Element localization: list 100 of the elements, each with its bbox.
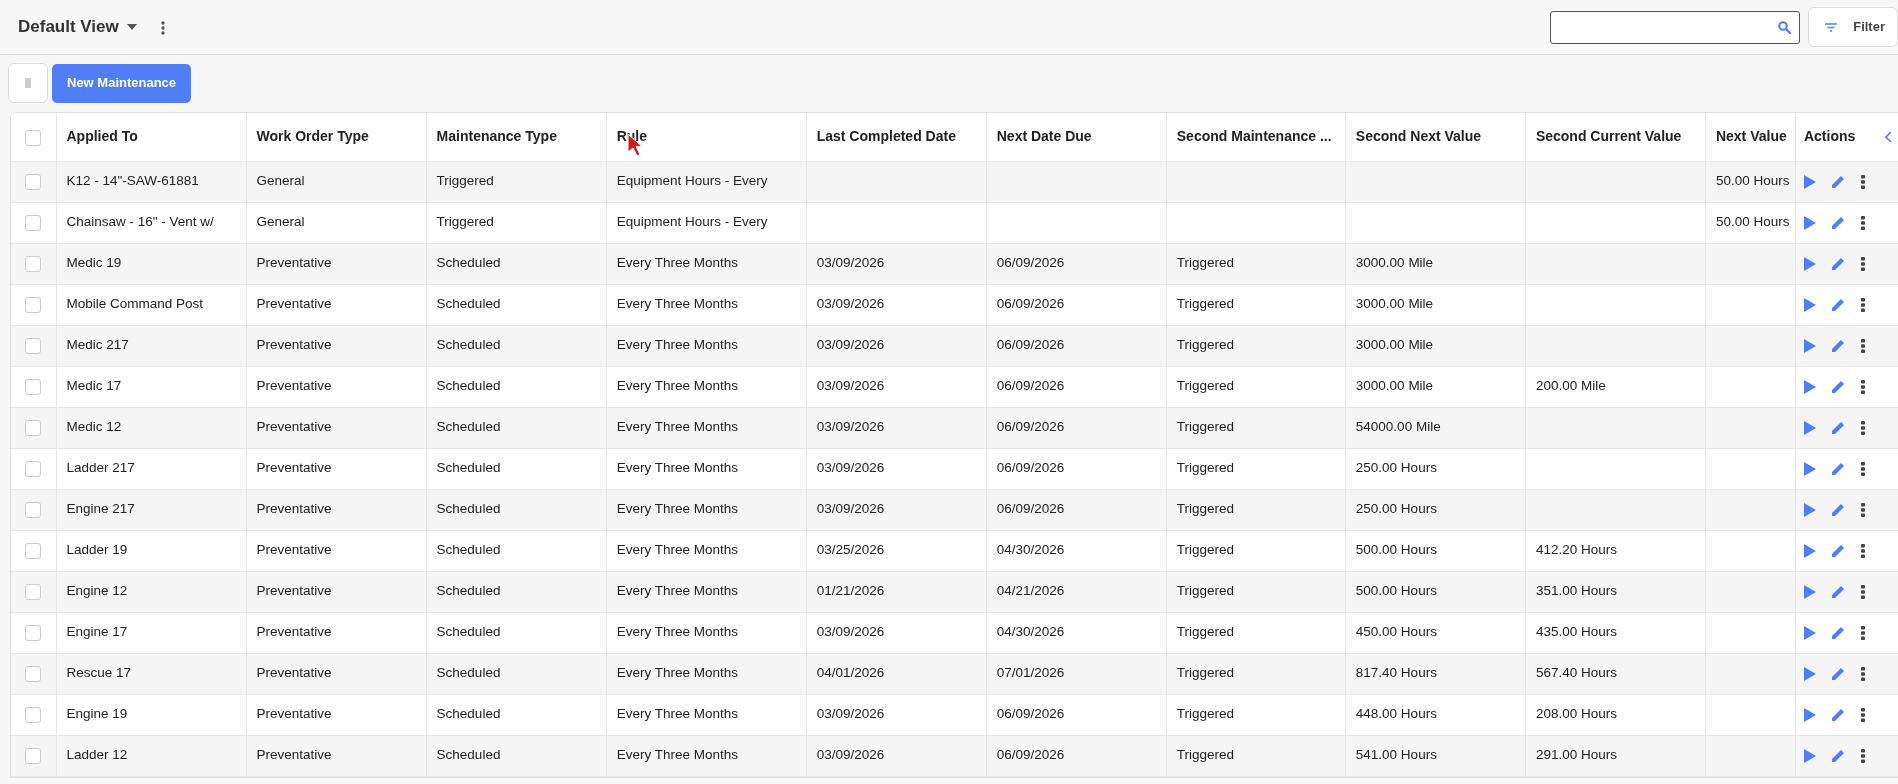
edit-icon[interactable] — [1831, 626, 1845, 639]
row-checkbox[interactable] — [25, 624, 42, 641]
more-icon[interactable] — [1860, 707, 1865, 722]
table-cell: Preventative — [246, 366, 427, 407]
column-header[interactable]: Maintenance Type — [426, 113, 607, 161]
play-icon[interactable] — [1803, 174, 1816, 189]
row-checkbox[interactable] — [25, 173, 42, 190]
table-cell: 3000.00 Mile — [1345, 366, 1526, 407]
caret-icon[interactable] — [126, 24, 137, 30]
row-checkbox[interactable] — [25, 460, 42, 477]
edit-icon[interactable] — [1831, 544, 1845, 557]
table-cell: 200.00 Mile — [1525, 366, 1706, 407]
search-field[interactable] — [1550, 10, 1801, 44]
play-icon[interactable] — [1803, 256, 1816, 271]
more-icon[interactable] — [1860, 420, 1865, 435]
play-icon[interactable] — [1803, 215, 1816, 230]
play-icon[interactable] — [1803, 543, 1816, 558]
row-checkbox[interactable] — [25, 747, 42, 764]
row-checkbox[interactable] — [25, 583, 42, 600]
row-checkbox[interactable] — [25, 337, 42, 354]
edit-icon[interactable] — [1831, 667, 1845, 680]
play-icon[interactable] — [1803, 707, 1816, 722]
row-checkbox[interactable] — [25, 501, 42, 518]
column-header: Actions — [1803, 127, 1856, 147]
select-all-checkbox[interactable] — [25, 129, 42, 146]
column-header[interactable]: Work Order Type — [246, 113, 427, 161]
more-icon[interactable] — [1860, 297, 1865, 312]
more-icon[interactable] — [1860, 461, 1865, 476]
view-title[interactable]: Default View — [18, 14, 119, 40]
table-cell: Every Three Months — [606, 653, 807, 694]
new-maintenance-button[interactable]: New Maintenance — [52, 63, 192, 103]
column-header[interactable]: Second Maintenance ... — [1166, 113, 1346, 161]
more-icon[interactable] — [1860, 379, 1865, 394]
more-icon[interactable] — [1860, 625, 1865, 640]
play-icon[interactable] — [1803, 748, 1816, 763]
more-icon[interactable] — [1860, 666, 1865, 681]
column-header[interactable]: Second Next Value — [1345, 113, 1526, 161]
edit-icon[interactable] — [1831, 380, 1845, 393]
more-icon[interactable] — [1860, 502, 1865, 517]
more-icon[interactable] — [1860, 256, 1865, 271]
more-icon[interactable] — [1860, 543, 1865, 558]
column-header[interactable]: Applied To — [56, 113, 247, 161]
table-cell: Ladder 19 — [56, 530, 247, 571]
play-icon[interactable] — [1803, 461, 1816, 476]
edit-icon[interactable] — [1831, 708, 1845, 721]
table-cell: Every Three Months — [606, 571, 807, 612]
row-checkbox[interactable] — [25, 378, 42, 395]
table-cell: Scheduled — [426, 571, 607, 612]
play-icon[interactable] — [1803, 584, 1816, 599]
table-cell: Preventative — [246, 735, 427, 776]
table-cell: Engine 19 — [56, 694, 247, 735]
play-icon[interactable] — [1803, 502, 1816, 517]
play-icon[interactable] — [1803, 297, 1816, 312]
play-icon[interactable] — [1803, 625, 1816, 640]
play-icon[interactable] — [1803, 379, 1816, 394]
row-checkbox[interactable] — [25, 296, 42, 313]
edit-icon[interactable] — [1831, 216, 1845, 229]
play-icon[interactable] — [1803, 666, 1816, 681]
edit-icon[interactable] — [1831, 257, 1845, 270]
table-cell: Every Three Months — [606, 243, 807, 284]
table-cell: Scheduled — [426, 735, 607, 776]
filter-button[interactable]: Filter — [1808, 7, 1898, 47]
row-checkbox[interactable] — [25, 706, 42, 723]
edit-icon[interactable] — [1831, 298, 1845, 311]
table-cell: 03/09/2026 — [806, 325, 987, 366]
table-cell: 03/09/2026 — [806, 694, 987, 735]
row-checkbox[interactable] — [25, 542, 42, 559]
table-cell: Scheduled — [426, 284, 607, 325]
edit-icon[interactable] — [1831, 585, 1845, 598]
row-checkbox[interactable] — [25, 255, 42, 272]
table-cell: Every Three Months — [606, 735, 807, 776]
table-cell: 50.00 Hours — [1705, 161, 1796, 202]
row-checkbox[interactable] — [25, 214, 42, 231]
table-cell: 03/09/2026 — [806, 243, 987, 284]
more-icon[interactable] — [1860, 215, 1865, 230]
more-icon[interactable] — [1860, 584, 1865, 599]
row-checkbox[interactable] — [25, 419, 42, 436]
collapse-icon[interactable] — [1885, 130, 1892, 143]
column-header[interactable]: Next Value — [1705, 113, 1796, 161]
table-cell: 03/09/2026 — [806, 284, 987, 325]
edit-icon[interactable] — [1831, 339, 1845, 352]
play-icon[interactable] — [1803, 338, 1816, 353]
table-cell: Medic 12 — [56, 407, 247, 448]
edit-icon[interactable] — [1831, 749, 1845, 762]
table-cell: General — [246, 161, 427, 202]
column-header[interactable]: Next Date Due — [986, 113, 1167, 161]
more-icon[interactable] — [1860, 338, 1865, 353]
more-icon[interactable] — [160, 20, 165, 35]
play-icon[interactable] — [1803, 420, 1816, 435]
column-header[interactable]: Last Completed Date — [806, 113, 987, 161]
edit-icon[interactable] — [1831, 503, 1845, 516]
edit-icon[interactable] — [1831, 462, 1845, 475]
toggle-button[interactable] — [8, 63, 48, 103]
more-icon[interactable] — [1860, 748, 1865, 763]
table-cell: K12 - 14"-SAW-61881 — [56, 161, 247, 202]
edit-icon[interactable] — [1831, 421, 1845, 434]
more-icon[interactable] — [1860, 174, 1865, 189]
edit-icon[interactable] — [1831, 175, 1845, 188]
row-checkbox[interactable] — [25, 665, 42, 682]
column-header[interactable]: Second Current Value — [1525, 113, 1706, 161]
